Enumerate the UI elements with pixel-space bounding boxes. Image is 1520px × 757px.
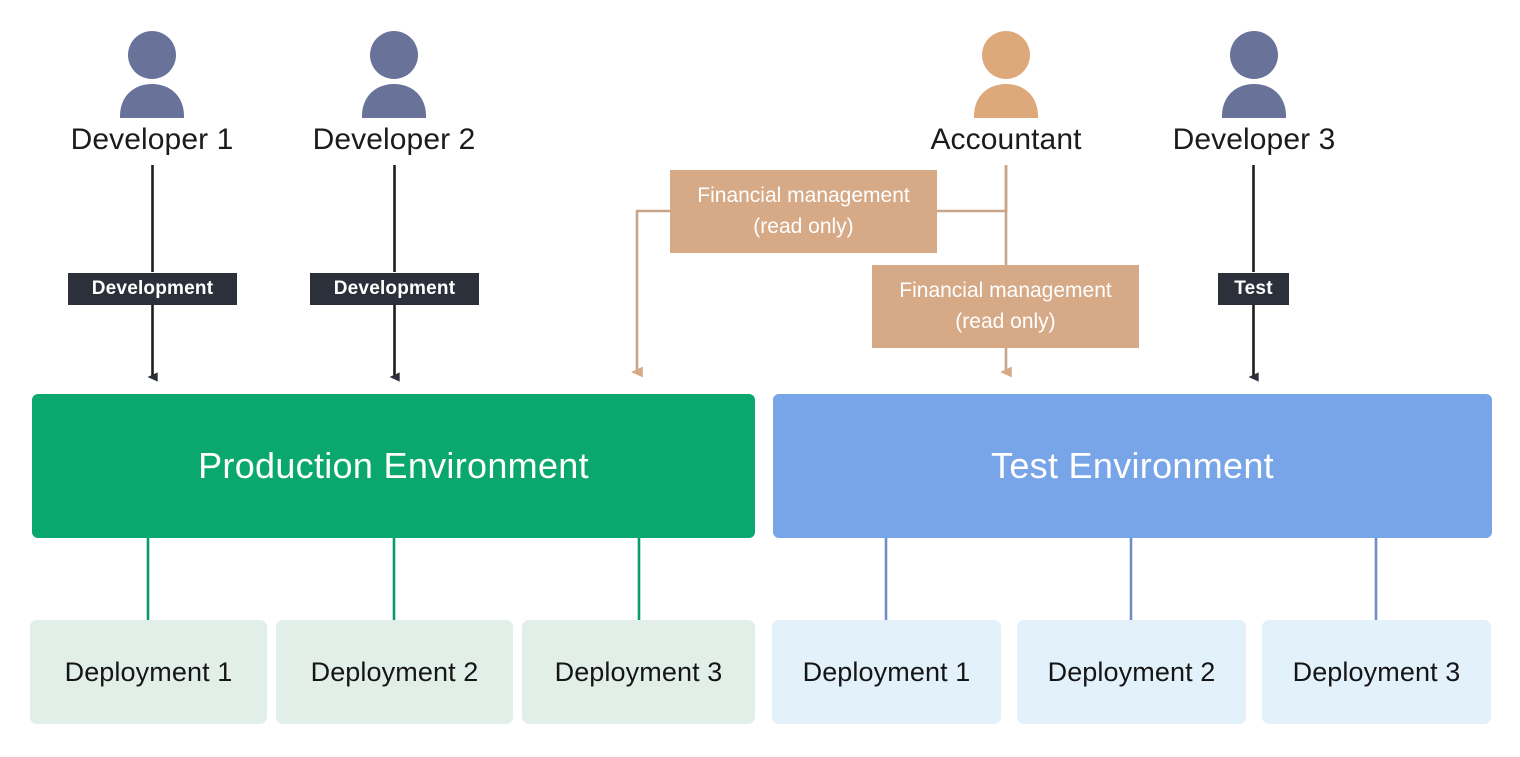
deployment-label: Deployment 3: [554, 656, 723, 687]
actor-label-accountant: Accountant: [930, 123, 1082, 156]
deployment-tile-test-1[interactable]: Deployment 1: [772, 620, 1001, 724]
deployment-label: Deployment 2: [310, 656, 479, 687]
permission-line-1: Financial management: [697, 184, 910, 208]
deployment-tile-production-1[interactable]: Deployment 1: [30, 620, 267, 724]
deployment-label: Deployment 2: [1047, 656, 1216, 687]
actor-label-developer-2: Developer 2: [312, 123, 476, 156]
deployment-label: Deployment 3: [1292, 656, 1461, 687]
role-badge-development-1[interactable]: Development: [68, 273, 237, 305]
person-icon: [114, 28, 190, 120]
permission-line-2: (read only): [955, 309, 1056, 333]
environment-test[interactable]: Test Environment: [773, 394, 1492, 538]
role-badge-test[interactable]: Test: [1218, 273, 1289, 305]
permission-line-1: Financial management: [899, 279, 1112, 303]
deployment-tile-test-3[interactable]: Deployment 3: [1262, 620, 1491, 724]
permission-box-test[interactable]: Financial management (read only): [872, 265, 1139, 348]
deployment-tile-test-2[interactable]: Deployment 2: [1017, 620, 1246, 724]
diagram-canvas: Developer 1 Developer 2 Accountant Devel…: [0, 0, 1520, 757]
production-deployment-connectors: [146, 538, 641, 621]
deployment-label: Deployment 1: [64, 656, 233, 687]
deployment-label: Deployment 1: [802, 656, 971, 687]
deployment-tile-production-3[interactable]: Deployment 3: [522, 620, 755, 724]
deployment-tile-production-2[interactable]: Deployment 2: [276, 620, 513, 724]
environment-label-production: Production Environment: [198, 445, 589, 486]
permission-line-2: (read only): [753, 214, 854, 238]
environment-label-test: Test Environment: [991, 445, 1274, 486]
person-icon: [1216, 28, 1292, 120]
person-icon: [968, 28, 1044, 120]
actor-label-developer-3: Developer 3: [1172, 123, 1336, 156]
environment-production[interactable]: Production Environment: [32, 394, 755, 538]
role-badge-development-2[interactable]: Development: [310, 273, 479, 305]
actor-label-developer-1: Developer 1: [70, 123, 234, 156]
person-icon: [356, 28, 432, 120]
test-deployment-connectors: [884, 538, 1378, 621]
permission-box-production[interactable]: Financial management (read only): [670, 170, 937, 253]
